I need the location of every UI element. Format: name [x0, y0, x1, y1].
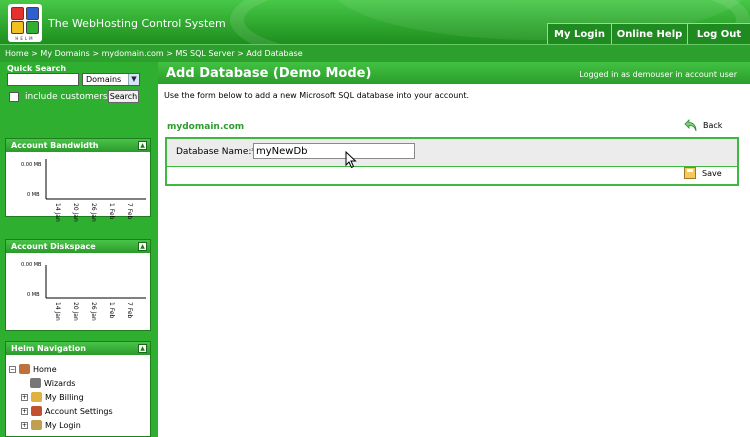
intro-text: Use the form below to add a new Microsof… [164, 91, 470, 100]
helm-navigation-panel: Helm Navigation ▲ − Home Wizards + My Bi… [5, 341, 151, 437]
app-title: The WebHosting Control System [48, 17, 226, 30]
panel-title: Account Bandwidth [11, 141, 99, 150]
billing-icon [31, 392, 42, 402]
search-button[interactable]: Search [108, 90, 139, 103]
back-arrow-icon [684, 119, 697, 132]
account-diskspace-panel: Account Diskspace ▲ 0.00 MB 0 MB 14 Jan … [5, 239, 151, 331]
x-tick: 26 Jan [90, 302, 97, 321]
quick-search-title: Quick Search [7, 64, 67, 73]
x-tick: 20 Jan [72, 203, 79, 222]
nav-item-home[interactable]: − Home [9, 364, 57, 374]
back-label: Back [703, 120, 723, 130]
x-tick: 7 Feb [126, 302, 133, 319]
home-icon [19, 364, 30, 374]
include-customers-checkbox[interactable] [9, 92, 19, 102]
panel-header: Account Diskspace ▲ [6, 240, 150, 253]
account-settings-icon [31, 406, 42, 416]
domain-name: mydomain.com [167, 122, 245, 132]
save-label: Save [702, 168, 722, 178]
save-button[interactable]: Save [684, 167, 722, 179]
include-customers-label: include customers. [25, 92, 111, 102]
logo-square-red [11, 7, 24, 20]
page-title: Add Database (Demo Mode) [166, 66, 372, 81]
search-scope-select[interactable]: Domains ▼ [82, 73, 140, 86]
logo-square-blue [26, 7, 39, 20]
nav-item-wizards[interactable]: Wizards [30, 378, 75, 388]
nav-item-my-login[interactable]: + My Login [21, 420, 81, 430]
y-tick: 0 MB [27, 192, 40, 198]
collapse-icon[interactable]: ▲ [138, 242, 147, 251]
account-bandwidth-panel: Account Bandwidth ▲ 0.00 MB 0 MB 14 Jan … [5, 138, 151, 222]
nav-item-my-billing[interactable]: + My Billing [21, 392, 84, 402]
logo-square-yellow [11, 21, 24, 34]
x-tick: 1 Feb [108, 203, 115, 220]
nav-item-label: Account Settings [45, 406, 113, 416]
expand-tree-icon[interactable]: + [21, 407, 28, 415]
mouse-cursor-icon [345, 151, 357, 169]
x-tick: 14 Jan [54, 302, 61, 321]
nav-item-account-settings[interactable]: + Account Settings [21, 406, 113, 416]
nav-item-label: My Billing [45, 392, 84, 402]
database-name-input[interactable] [253, 143, 415, 159]
panel-header: Helm Navigation ▲ [6, 342, 150, 355]
collapse-icon[interactable]: ▲ [138, 141, 147, 150]
x-tick: 1 Feb [108, 302, 115, 319]
panel-title: Helm Navigation [11, 344, 86, 353]
wizard-icon [30, 378, 41, 388]
nav-item-label: Home [33, 364, 57, 374]
back-button[interactable]: Back [684, 118, 722, 132]
add-database-form [165, 137, 739, 186]
x-tick: 7 Feb [126, 203, 133, 220]
logged-in-status: Logged in as demouser in account user [579, 70, 737, 79]
x-tick: 20 Jan [72, 302, 79, 321]
breadcrumb[interactable]: Home > My Domains > mydomain.com > MS SQ… [0, 44, 750, 62]
y-tick: 0 MB [27, 292, 40, 298]
logo-square-green [26, 21, 39, 34]
chevron-down-icon[interactable]: ▼ [128, 74, 139, 85]
collapse-icon[interactable]: ▲ [138, 344, 147, 353]
database-name-label: Database Name:* [176, 147, 256, 157]
panel-title: Account Diskspace [11, 242, 96, 251]
online-help-button[interactable]: Online Help [611, 23, 687, 44]
login-icon [31, 420, 42, 430]
nav-item-label: Wizards [44, 378, 76, 388]
logo-text: HELM [15, 36, 35, 41]
y-tick: 0.00 MB [21, 162, 42, 168]
expand-tree-icon[interactable]: + [21, 421, 28, 429]
my-login-button[interactable]: My Login [547, 23, 611, 44]
panel-header: Account Bandwidth ▲ [6, 139, 150, 152]
y-tick: 0.00 MB [21, 262, 42, 268]
log-out-button[interactable]: Log Out [687, 23, 750, 44]
quick-search-input[interactable] [7, 73, 79, 86]
save-icon [684, 167, 696, 179]
expand-tree-icon[interactable]: + [21, 393, 28, 401]
nav-item-label: My Login [45, 420, 81, 430]
search-scope-value: Domains [86, 75, 122, 84]
top-navigation: My Login Online Help Log Out [547, 23, 750, 44]
helm-logo[interactable]: HELM [8, 4, 42, 42]
x-tick: 26 Jan [90, 203, 97, 222]
collapse-tree-icon[interactable]: − [9, 365, 16, 373]
x-tick: 14 Jan [54, 203, 61, 222]
